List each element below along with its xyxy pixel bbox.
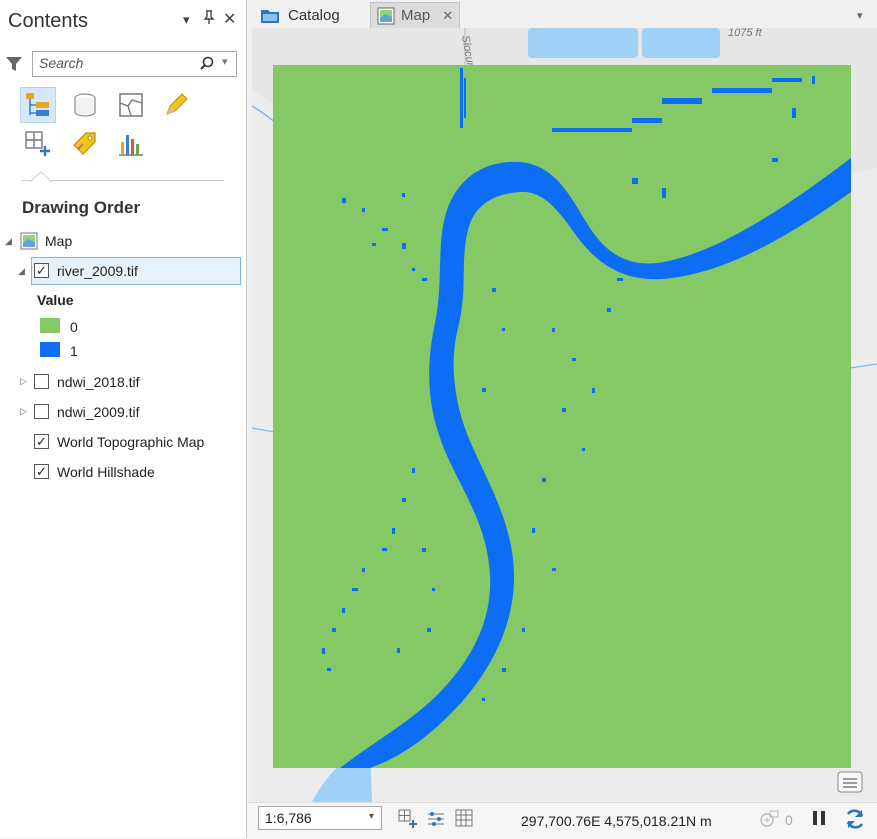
map-collapse-icon[interactable]: ◢ (5, 236, 12, 247)
layer-label[interactable]: World Hillshade (57, 464, 155, 480)
catalog-icon (260, 6, 280, 24)
selected-count: 0 (785, 812, 793, 828)
coordinate-readout: 297,700.76E 4,575,018.21N m (521, 813, 712, 829)
layer-collapse-icon[interactable]: ◢ (18, 266, 25, 277)
layer-label[interactable]: World Topographic Map (57, 434, 204, 450)
drawing-order-heading: Drawing Order (22, 198, 141, 217)
pause-drawing-icon[interactable] (811, 810, 827, 831)
legend-label-1: 1 (70, 343, 78, 359)
map-view[interactable]: Slocum 1075 ft (252, 28, 877, 802)
legend-swatch-0[interactable] (40, 318, 60, 333)
tab-overflow-icon[interactable]: ▾ (857, 9, 863, 22)
selected-features-icon[interactable] (758, 809, 780, 834)
contents-pane: Contents ▾ ✕ ▾ Drawing Order ◢ (0, 0, 247, 838)
close-icon[interactable]: ✕ (223, 9, 236, 29)
scale-value: 1:6,786 (265, 810, 312, 826)
basemap-elevation-label: 1075 ft (728, 28, 763, 39)
map-scale-select[interactable]: 1:6,786 ▾ (258, 806, 382, 830)
close-tab-icon[interactable]: ✕ (442, 8, 453, 24)
map-overview-button-icon (837, 771, 863, 793)
tab-map[interactable]: Map ✕ (370, 2, 460, 28)
refresh-icon[interactable] (844, 808, 866, 835)
raster-land-extent (273, 65, 851, 768)
layer-visibility-checkbox[interactable]: ✓ (34, 263, 49, 278)
pin-icon[interactable] (203, 10, 215, 27)
constraints-icon[interactable] (426, 809, 446, 834)
layer-visibility-checkbox[interactable] (34, 374, 49, 389)
list-by-editing-icon[interactable] (158, 87, 194, 123)
legend-heading: Value (37, 292, 74, 308)
map-icon (377, 7, 395, 25)
snapping-icon[interactable] (398, 809, 418, 834)
layer-expand-icon[interactable]: ▷ (20, 406, 27, 417)
search-box[interactable]: ▾ (32, 51, 237, 77)
chevron-down-icon: ▾ (369, 811, 375, 822)
list-by-charts-icon[interactable] (113, 126, 149, 162)
tab-label: Map (401, 7, 431, 24)
search-input[interactable] (39, 55, 189, 71)
list-by-selection-icon[interactable] (113, 87, 149, 123)
list-by-labeling-icon[interactable] (67, 126, 103, 162)
basemap-pond-2 (642, 28, 720, 58)
pane-options-icon[interactable]: ▾ (183, 12, 190, 28)
grid-icon[interactable] (455, 809, 473, 832)
map-node-icon (20, 232, 38, 255)
view-indicator (29, 170, 53, 188)
list-by-snapping-icon[interactable] (20, 126, 56, 162)
filter-icon[interactable] (5, 55, 23, 78)
search-icon[interactable] (199, 56, 215, 77)
legend-label-0: 0 (70, 319, 78, 335)
search-dropdown-icon[interactable]: ▾ (222, 55, 228, 68)
contents-title: Contents (8, 10, 89, 32)
layer-label[interactable]: ndwi_2018.tif (57, 374, 140, 390)
list-by-drawing-order-icon[interactable] (20, 87, 56, 123)
tab-catalog[interactable]: Catalog (256, 2, 366, 28)
layer-visibility-checkbox[interactable]: ✓ (34, 434, 49, 449)
layer-expand-icon[interactable]: ▷ (20, 376, 27, 387)
layer-visibility-checkbox[interactable]: ✓ (34, 464, 49, 479)
list-by-source-icon[interactable] (67, 87, 103, 123)
map-node-label[interactable]: Map (45, 233, 72, 249)
layer-label[interactable]: ndwi_2009.tif (57, 404, 140, 420)
tab-label: Catalog (288, 6, 340, 24)
layer-visibility-checkbox[interactable] (34, 404, 49, 419)
basemap-pond-1 (528, 28, 638, 58)
layer-label[interactable]: river_2009.tif (57, 263, 138, 279)
view-divider (22, 180, 224, 181)
legend-swatch-1[interactable] (40, 342, 60, 357)
